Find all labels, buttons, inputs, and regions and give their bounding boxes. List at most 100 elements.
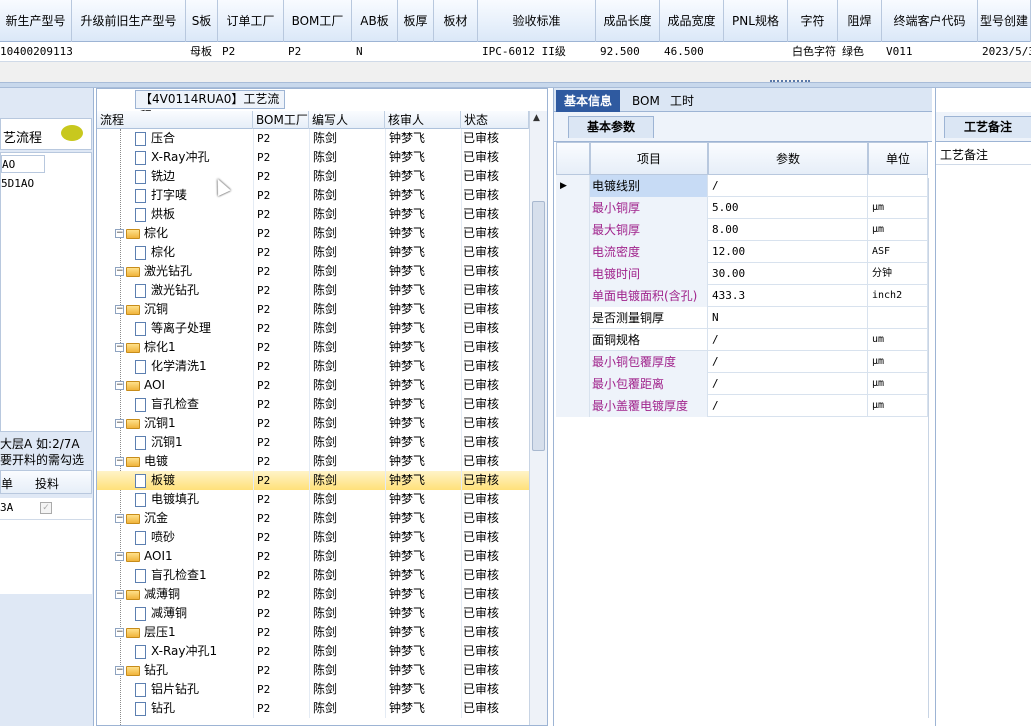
col-header[interactable]: 型号创建 <box>978 0 1031 42</box>
collapse-icon[interactable]: − <box>115 514 124 523</box>
tab-basic-info[interactable]: 基本信息 <box>556 90 621 112</box>
param-value[interactable]: 5.00 <box>708 197 868 219</box>
collapse-icon[interactable]: − <box>115 552 124 561</box>
param-value[interactable]: / <box>708 351 868 373</box>
row-selector[interactable] <box>556 285 590 307</box>
tree-scrollbar[interactable]: ▲ <box>529 111 547 725</box>
tree-row[interactable]: 盲孔检查 P2 陈剑 钟梦飞 已审核 <box>97 395 529 414</box>
param-row[interactable]: 最小盖覆电镀厚度 / μm <box>556 395 928 417</box>
param-value[interactable]: 12.00 <box>708 241 868 263</box>
param-row[interactable]: 是否测量铜厚 N <box>556 307 928 329</box>
tree-col-header[interactable]: BOM工厂 <box>253 111 309 129</box>
col-header[interactable]: 新生产型号 <box>0 0 72 42</box>
row-selector[interactable]: ▶ <box>556 175 590 197</box>
row-selector[interactable] <box>556 241 590 263</box>
scroll-thumb[interactable] <box>532 201 545 451</box>
param-row[interactable]: 面铜规格 / um <box>556 329 928 351</box>
list-item[interactable]: AO <box>1 155 45 173</box>
param-value[interactable]: 433.3 <box>708 285 868 307</box>
tree-row[interactable]: 铝片钻孔 P2 陈剑 钟梦飞 已审核 <box>97 680 529 699</box>
tree-row[interactable]: − AOI P2 陈剑 钟梦飞 已审核 <box>97 376 529 395</box>
collapse-icon[interactable]: − <box>115 343 124 352</box>
param-row[interactable]: 最小包覆距离 / μm <box>556 373 928 395</box>
tree-row[interactable]: 减薄铜 P2 陈剑 钟梦飞 已审核 <box>97 604 529 623</box>
tree-row[interactable]: − 激光钻孔 P2 陈剑 钟梦飞 已审核 <box>97 262 529 281</box>
col-header[interactable]: 板厚 <box>398 0 434 42</box>
col-header[interactable]: 成品长度 <box>596 0 660 42</box>
row-selector[interactable] <box>556 219 590 241</box>
tree-row[interactable]: 等离子处理 P2 陈剑 钟梦飞 已审核 <box>97 319 529 338</box>
tab-work-hours[interactable]: 工时 <box>662 90 702 112</box>
tree-row[interactable]: − 沉金 P2 陈剑 钟梦飞 已审核 <box>97 509 529 528</box>
row-selector[interactable] <box>556 351 590 373</box>
param-value[interactable]: 8.00 <box>708 219 868 241</box>
tree-row[interactable]: 压合 P2 陈剑 钟梦飞 已审核 <box>97 129 529 148</box>
tree-row[interactable]: X-Ray冲孔 P2 陈剑 钟梦飞 已审核 <box>97 148 529 167</box>
param-row[interactable]: 最大铜厚 8.00 μm <box>556 219 928 241</box>
collapse-icon[interactable]: − <box>115 229 124 238</box>
chat-bubble-icon[interactable] <box>61 125 83 141</box>
col-header[interactable]: BOM工厂 <box>284 0 352 42</box>
tree-row[interactable]: − 沉铜1 P2 陈剑 钟梦飞 已审核 <box>97 414 529 433</box>
tree-row[interactable]: 打字唛 P2 陈剑 钟梦飞 已审核 <box>97 186 529 205</box>
col-header[interactable]: PNL规格 <box>724 0 788 42</box>
tree-row[interactable]: − 减薄铜 P2 陈剑 钟梦飞 已审核 <box>97 585 529 604</box>
tree-row[interactable]: 盲孔检查1 P2 陈剑 钟梦飞 已审核 <box>97 566 529 585</box>
tree-row[interactable]: 化学清洗1 P2 陈剑 钟梦飞 已审核 <box>97 357 529 376</box>
collapse-icon[interactable]: − <box>115 590 124 599</box>
row-selector[interactable] <box>556 395 590 417</box>
param-row[interactable]: ▶ 电镀线别 / <box>556 175 928 197</box>
param-row[interactable]: 电流密度 12.00 ASF <box>556 241 928 263</box>
tree-row[interactable]: 喷砂 P2 陈剑 钟梦飞 已审核 <box>97 528 529 547</box>
tree-row[interactable]: 钻孔 P2 陈剑 钟梦飞 已审核 <box>97 699 529 718</box>
param-value[interactable]: / <box>708 175 868 197</box>
sub-tab-basic-params[interactable]: 基本参数 <box>568 116 654 138</box>
collapse-icon[interactable]: − <box>115 381 124 390</box>
collapse-icon[interactable]: − <box>115 628 124 637</box>
tree-row[interactable]: 沉铜1 P2 陈剑 钟梦飞 已审核 <box>97 433 529 452</box>
col-header[interactable]: 字符 <box>788 0 838 42</box>
top-table-row[interactable]: 10400209113 母板 P2 P2 N IPC-6012 II级 92.500 46.5… <box>0 42 1031 62</box>
param-value[interactable]: / <box>708 373 868 395</box>
col-header[interactable]: 终端客户代码 <box>882 0 978 42</box>
col-header[interactable]: S板 <box>186 0 218 42</box>
scroll-up-icon[interactable]: ▲ <box>533 113 540 123</box>
col-header[interactable]: 成品宽度 <box>660 0 724 42</box>
tree-row[interactable]: 板镀 P2 陈剑 钟梦飞 已审核 <box>97 471 529 490</box>
row-selector[interactable] <box>556 197 590 219</box>
tree-row[interactable]: − 钻孔 P2 陈剑 钟梦飞 已审核 <box>97 661 529 680</box>
feed-checkbox[interactable]: ✓ <box>40 502 52 514</box>
col-header[interactable]: 阻焊 <box>838 0 882 42</box>
tree-col-header[interactable]: 编写人 <box>309 111 385 129</box>
tree-row[interactable]: − 棕化 P2 陈剑 钟梦飞 已审核 <box>97 224 529 243</box>
tree-row[interactable]: − 电镀 P2 陈剑 钟梦飞 已审核 <box>97 452 529 471</box>
tab-process-memo[interactable]: 工艺备注 <box>944 116 1031 138</box>
left-grid-row[interactable]: 3A ✓ <box>0 498 92 520</box>
row-selector[interactable] <box>556 263 590 285</box>
tree-row[interactable]: 激光钻孔 P2 陈剑 钟梦飞 已审核 <box>97 281 529 300</box>
param-row[interactable]: 最小铜厚 5.00 μm <box>556 197 928 219</box>
row-selector[interactable] <box>556 329 590 351</box>
row-selector[interactable] <box>556 373 590 395</box>
collapse-icon[interactable]: − <box>115 305 124 314</box>
tree-row[interactable]: − 沉铜 P2 陈剑 钟梦飞 已审核 <box>97 300 529 319</box>
tree-col-header[interactable]: 核审人 <box>385 111 461 129</box>
tree-row[interactable]: − AOI1 P2 陈剑 钟梦飞 已审核 <box>97 547 529 566</box>
row-selector[interactable] <box>556 307 590 329</box>
collapse-icon[interactable]: − <box>115 457 124 466</box>
param-row[interactable]: 单面电镀面积(含孔) 433.3 inch2 <box>556 285 928 307</box>
tree-row[interactable]: X-Ray冲孔1 P2 陈剑 钟梦飞 已审核 <box>97 642 529 661</box>
param-value[interactable]: N <box>708 307 868 329</box>
list-item[interactable]: 5D1AO <box>1 175 34 193</box>
col-header[interactable]: AB板 <box>352 0 398 42</box>
collapse-icon[interactable]: − <box>115 419 124 428</box>
col-header[interactable]: 订单工厂 <box>218 0 284 42</box>
param-row[interactable]: 最小铜包覆厚度 / μm <box>556 351 928 373</box>
tree-row[interactable]: − 棕化1 P2 陈剑 钟梦飞 已审核 <box>97 338 529 357</box>
collapse-icon[interactable]: − <box>115 666 124 675</box>
col-header[interactable]: 板材 <box>434 0 478 42</box>
memo-textarea[interactable] <box>936 164 1031 724</box>
param-value[interactable]: 30.00 <box>708 263 868 285</box>
tree-row[interactable]: 烘板 P2 陈剑 钟梦飞 已审核 <box>97 205 529 224</box>
tree-row[interactable]: 铣边 P2 陈剑 钟梦飞 已审核 <box>97 167 529 186</box>
